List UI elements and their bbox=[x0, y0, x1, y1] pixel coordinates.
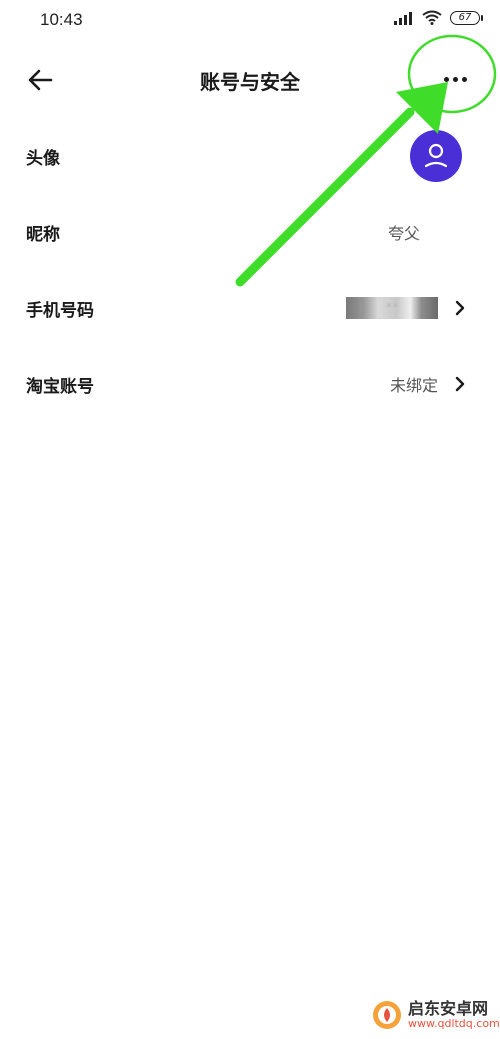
watermark-text: 启东安卓网 www.qdltdq.com bbox=[408, 998, 500, 1030]
row-avatar[interactable]: 头像 bbox=[0, 118, 500, 194]
signal-icon bbox=[394, 11, 414, 25]
chevron-right-icon bbox=[454, 376, 466, 392]
user-icon bbox=[424, 143, 448, 168]
watermark-logo-icon bbox=[373, 1001, 401, 1029]
more-dot bbox=[461, 76, 467, 82]
more-dots-icon bbox=[443, 76, 449, 82]
row-taobao-account[interactable]: 淘宝账号 未绑定 bbox=[0, 346, 500, 422]
row-label: 手机号码 bbox=[26, 300, 94, 321]
wifi-icon bbox=[422, 10, 442, 25]
phone-number-masked: ** bbox=[346, 297, 438, 319]
row-nickname[interactable]: 昵称 夸父 bbox=[0, 194, 500, 270]
watermark-url: www.qdltdq.com bbox=[408, 1016, 500, 1030]
status-time: 10:43 bbox=[40, 10, 83, 29]
row-label: 淘宝账号 bbox=[26, 376, 94, 397]
status-bar: 10:43 67 bbox=[0, 0, 500, 44]
account-security-screen: 10:43 67 账号与安全 头像 昵称 夸父 手机号码 ** 淘宝账号 未绑定… bbox=[0, 0, 500, 1039]
more-dot bbox=[452, 76, 458, 82]
row-phone[interactable]: 手机号码 ** bbox=[0, 270, 500, 346]
more-button[interactable] bbox=[440, 66, 470, 92]
page-title: 账号与安全 bbox=[200, 70, 300, 94]
nickname-blur bbox=[414, 219, 460, 245]
settings-list: 头像 昵称 夸父 手机号码 ** 淘宝账号 未绑定 bbox=[0, 118, 500, 422]
watermark: 启东安卓网 www.qdltdq.com bbox=[372, 1000, 500, 1030]
nav-bar: 账号与安全 bbox=[0, 52, 500, 106]
battery-level: 67 bbox=[458, 12, 472, 23]
status-icons: 67 bbox=[394, 10, 483, 25]
watermark-name: 启东安卓网 bbox=[408, 998, 489, 1018]
avatar[interactable] bbox=[410, 130, 462, 182]
chevron-right-icon bbox=[454, 300, 466, 316]
phone-value: ** bbox=[385, 300, 399, 316]
row-label: 昵称 bbox=[26, 224, 60, 245]
battery-icon: 67 bbox=[450, 10, 483, 25]
row-label: 头像 bbox=[26, 148, 60, 169]
taobao-binding-status: 未绑定 bbox=[389, 376, 438, 395]
